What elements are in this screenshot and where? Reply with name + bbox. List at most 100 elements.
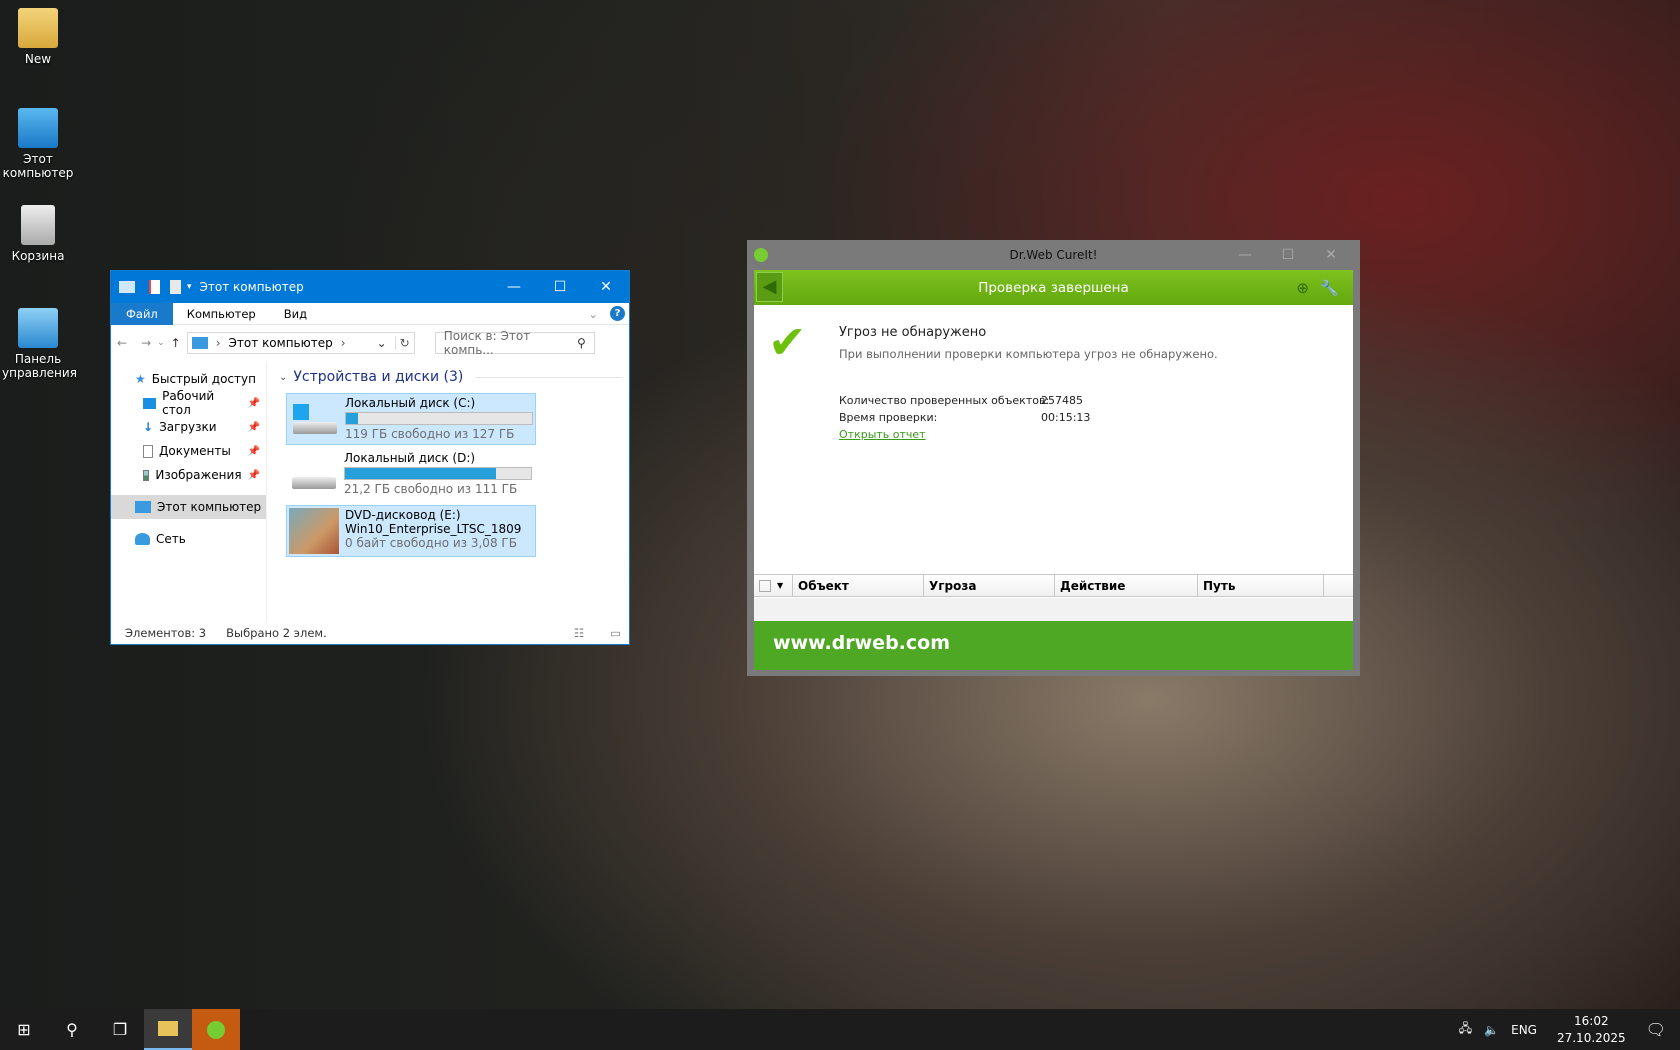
up-icon[interactable]: ↑ — [171, 336, 181, 350]
maximize-button[interactable]: ☐ — [1268, 240, 1308, 270]
tab-computer[interactable]: Компьютер — [173, 303, 270, 325]
computer-icon — [191, 337, 208, 349]
drweb-content: ✔ Угроз не обнаружено При выполнении про… — [754, 305, 1353, 621]
column-threat[interactable]: Угроза — [924, 575, 1055, 596]
folder-icon — [158, 1021, 178, 1036]
status-bar: Элементов: 3 Выбрано 2 элем. ☷ ▭ — [125, 626, 621, 640]
column-path[interactable]: Путь — [1198, 575, 1324, 596]
search-icon: ⚲ — [576, 336, 586, 350]
column-object[interactable]: Объект — [793, 575, 924, 596]
search-input[interactable]: Поиск в: Этот компь... ⚲ — [434, 329, 595, 357]
desktop-icon-new[interactable]: New — [2, 8, 74, 66]
drweb-titlebar: Dr.Web CureIt! — ☐ ✕ — [754, 240, 1353, 270]
tab-view[interactable]: Вид — [270, 303, 321, 325]
desktop-icon — [143, 397, 157, 409]
pin-icon[interactable]: 📌 — [248, 470, 260, 481]
control-panel-icon — [18, 308, 58, 348]
drive-d[interactable]: Локальный диск (D:) 21,2 ГБ свободно из 1… — [286, 449, 536, 501]
nav-documents[interactable]: Документы 📌 — [111, 439, 266, 463]
nav-this-pc[interactable]: Этот компьютер — [111, 495, 266, 519]
explorer-titlebar: ▾ Этот компьютер — ☐ ✕ — [111, 271, 629, 303]
back-icon[interactable]: ← — [117, 336, 127, 350]
chevron-down-icon: ⌄ — [279, 371, 288, 383]
nav-desktop[interactable]: Рабочий стол 📌 — [111, 389, 266, 417]
download-icon: ↓ — [143, 420, 154, 434]
minimize-button[interactable]: — — [1225, 240, 1265, 270]
select-all-checkbox[interactable]: ▼ — [754, 575, 793, 596]
network-icon — [135, 533, 150, 545]
window-title: Этот компьютер — [199, 280, 304, 294]
large-icons-view-icon[interactable]: ▭ — [610, 626, 621, 640]
maximize-button[interactable]: ☐ — [537, 271, 583, 303]
drive-e-dvd[interactable]: DVD-дисковод (E:) Win10_Enterprise_LTSC_1… — [286, 505, 536, 557]
tab-file[interactable]: Файл — [111, 302, 173, 325]
desktop-icon-recycle-bin[interactable]: Корзина — [2, 205, 74, 263]
help-icon[interactable]: ? — [610, 306, 625, 321]
properties-icon[interactable] — [149, 280, 160, 294]
drweb-logo-icon — [207, 1020, 225, 1039]
pin-icon[interactable]: 📌 — [248, 398, 260, 409]
dvd-disc-art-icon — [289, 508, 339, 554]
minimize-button[interactable]: — — [491, 271, 537, 303]
computer-icon — [119, 281, 135, 293]
task-view-button[interactable]: ❐ — [96, 1009, 144, 1050]
desktop-icon-this-pc[interactable]: Этот компьютер — [2, 108, 74, 180]
address-dropdown-icon[interactable]: ⌄ — [377, 336, 387, 350]
taskbar: ⊞ ⚲ ❐ 🖧 🔈 ENG 16:02 27.10.2025 🗨 — [0, 1009, 1680, 1050]
refresh-icon[interactable]: ↻ — [394, 336, 410, 350]
globe-icon[interactable]: ⊕ — [1296, 279, 1309, 297]
document-icon — [143, 444, 153, 458]
drweb-logo-icon — [754, 248, 768, 262]
clock[interactable]: 16:02 27.10.2025 — [1557, 1013, 1626, 1047]
drweb-window: Dr.Web CureIt! — ☐ ✕ ◀ Проверка завершен… — [747, 240, 1360, 676]
qat-dropdown-icon[interactable]: ▾ — [187, 282, 192, 292]
notifications-icon[interactable]: 🗨 — [1646, 1020, 1666, 1039]
recent-dropdown-icon[interactable]: ⌄ — [157, 338, 165, 348]
star-icon: ★ — [135, 372, 146, 386]
drive-c[interactable]: Локальный диск (C:) 119 ГБ свободно из 12… — [286, 393, 536, 445]
open-report-link[interactable]: Открыть отчет — [839, 428, 926, 441]
taskbar-explorer[interactable] — [144, 1009, 192, 1050]
volume-icon[interactable]: 🔈 — [1484, 1023, 1499, 1037]
drive-usage-bar — [344, 467, 532, 480]
ribbon-tabs: Файл Компьютер Вид ⌄ ? — [111, 302, 629, 325]
close-button[interactable]: ✕ — [1311, 240, 1351, 270]
address-bar[interactable]: › Этот компьютер › ⌄ ↻ — [186, 332, 415, 354]
language-indicator[interactable]: ENG — [1511, 1023, 1537, 1037]
nav-pictures[interactable]: Изображения 📌 — [111, 463, 266, 487]
table-row — [754, 598, 1353, 621]
close-button[interactable]: ✕ — [583, 271, 629, 303]
computer-icon — [18, 108, 58, 148]
hard-drive-icon — [288, 451, 338, 497]
network-icon[interactable]: 🖧 — [1459, 1019, 1472, 1040]
group-header[interactable]: ⌄ Устройства и диски (3) — [271, 363, 629, 385]
windows-drive-icon — [289, 396, 339, 442]
system-tray: 🖧 🔈 ENG 16:02 27.10.2025 🗨 — [1459, 1013, 1680, 1047]
drive-usage-bar — [345, 412, 533, 425]
recycle-bin-icon — [21, 205, 55, 245]
results-table-header: ▼ Объект Угроза Действие Путь — [754, 574, 1353, 597]
new-folder-icon[interactable] — [170, 280, 181, 294]
picture-icon — [143, 469, 150, 481]
ribbon-expand-icon[interactable]: ⌄ — [588, 307, 598, 321]
drweb-footer[interactable]: www.drweb.com — [754, 615, 1353, 670]
pin-icon[interactable]: 📌 — [248, 422, 260, 433]
nav-network[interactable]: Сеть — [111, 527, 266, 551]
details-view-icon[interactable]: ☷ — [574, 626, 584, 640]
folder-icon — [18, 8, 58, 48]
start-button[interactable]: ⊞ — [0, 1009, 48, 1050]
forward-icon[interactable]: → — [141, 336, 151, 350]
taskbar-drweb[interactable] — [192, 1009, 240, 1050]
nav-quick-access[interactable]: ★ Быстрый доступ — [111, 367, 266, 391]
column-action[interactable]: Действие — [1055, 575, 1198, 596]
pin-icon[interactable]: 📌 — [248, 446, 260, 457]
nav-downloads[interactable]: ↓ Загрузки 📌 — [111, 415, 266, 439]
computer-icon — [135, 501, 151, 513]
wrench-icon[interactable]: 🔧 — [1320, 279, 1339, 297]
navigation-pane: ★ Быстрый доступ Рабочий стол 📌 ↓ Загрузки 📌… — [111, 363, 267, 622]
back-button[interactable]: ◀ — [756, 272, 783, 302]
desktop-icon-control-panel[interactable]: Панель управления — [2, 308, 77, 380]
search-button[interactable]: ⚲ — [48, 1009, 96, 1050]
explorer-window: ▾ Этот компьютер — ☐ ✕ Файл Компьютер Ви… — [110, 270, 630, 645]
drweb-header: ◀ Проверка завершена ⊕ 🔧 — [754, 270, 1353, 305]
